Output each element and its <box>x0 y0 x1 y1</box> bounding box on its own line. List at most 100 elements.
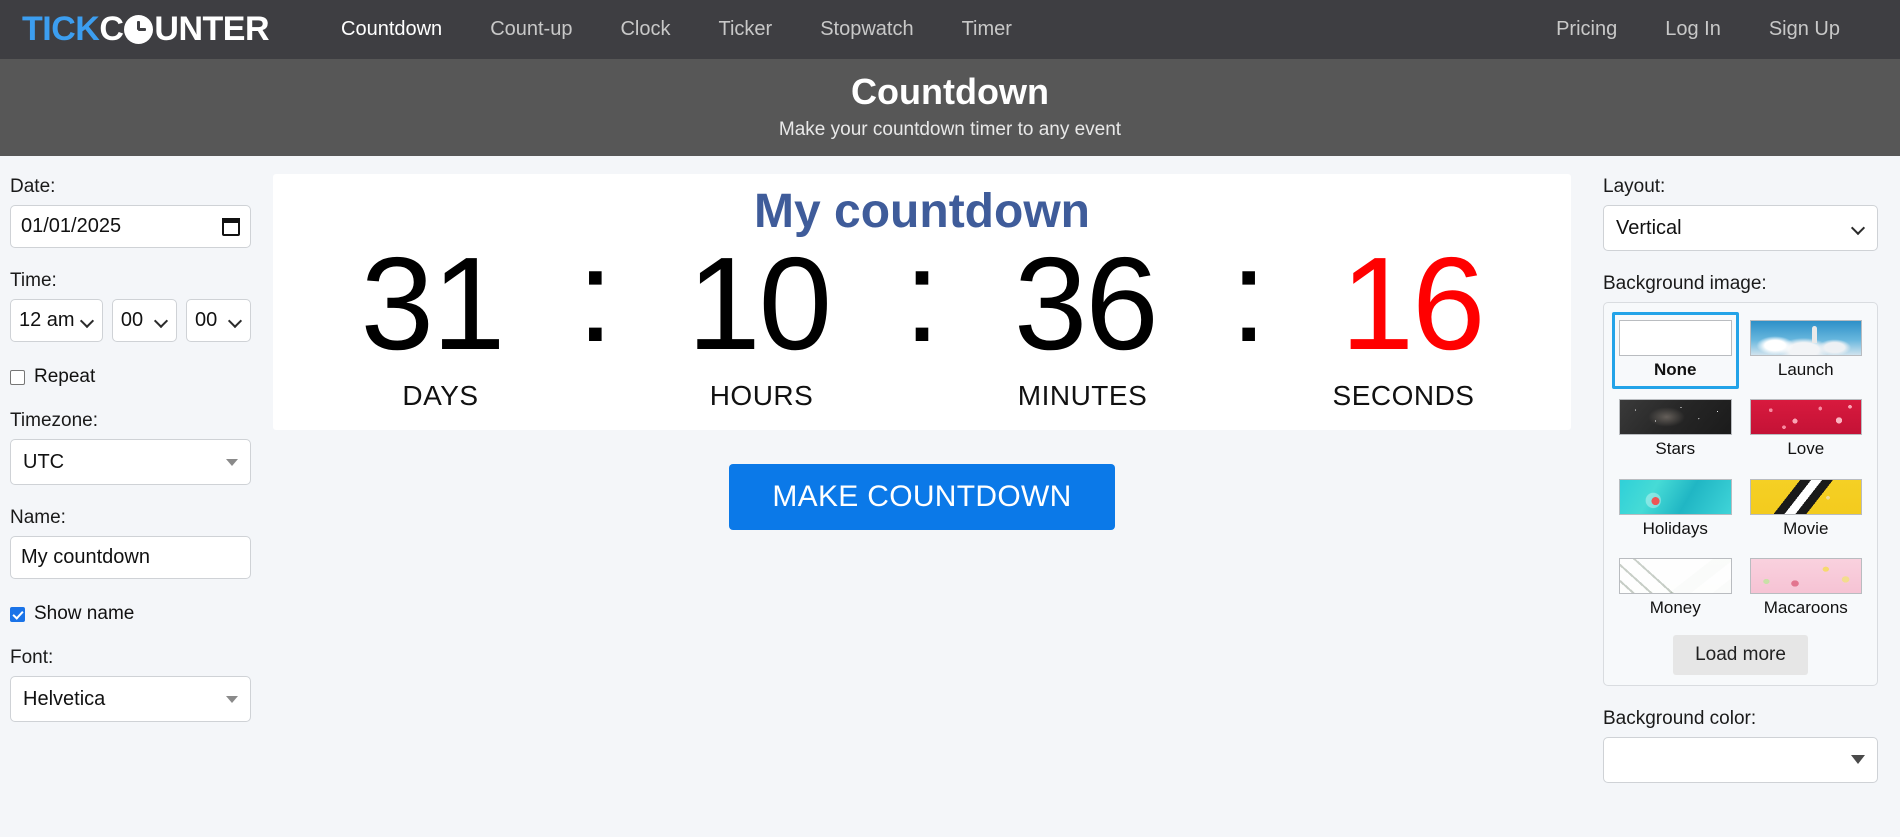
countdown-hours-value: 10 <box>687 229 832 377</box>
timezone-value: UTC <box>23 450 65 473</box>
background-thumbnail-macaroons <box>1749 558 1862 595</box>
nav-item-log-in[interactable]: Log In <box>1641 0 1745 59</box>
calendar-icon[interactable] <box>222 217 240 236</box>
background-image-grid: None Launch Stars Love Holidays Movie Mo… <box>1612 312 1869 628</box>
countdown-seconds-value: 16 <box>1340 229 1486 377</box>
make-countdown-button-wrapper: MAKE COUNTDOWN <box>273 464 1571 531</box>
nav-item-pricing[interactable]: Pricing <box>1532 0 1641 59</box>
nav-item-countdown[interactable]: Countdown <box>317 0 466 59</box>
secondary-nav: Pricing Log In Sign Up <box>1532 0 1864 59</box>
logo-text-c: C <box>99 10 124 48</box>
time-hour-value: 12 am <box>19 309 75 331</box>
background-option-launch[interactable]: Launch <box>1743 312 1870 389</box>
background-label-launch: Launch <box>1777 360 1834 379</box>
background-option-stars[interactable]: Stars <box>1612 391 1739 468</box>
countdown-separator: : <box>576 221 614 369</box>
countdown-days-value: 31 <box>360 229 506 377</box>
background-thumbnail-holidays <box>1619 478 1732 515</box>
timezone-select[interactable]: UTC <box>10 439 251 485</box>
background-option-macaroons[interactable]: Macaroons <box>1743 550 1870 627</box>
background-color-select[interactable] <box>1603 736 1878 783</box>
background-thumbnail-stars <box>1619 399 1732 436</box>
background-option-holidays[interactable]: Holidays <box>1612 471 1739 548</box>
background-label-love: Love <box>1787 439 1825 459</box>
background-option-none[interactable]: None <box>1612 312 1739 390</box>
name-input-value: My countdown <box>21 546 150 568</box>
label-spacer <box>590 380 612 412</box>
countdown-digits-row: 31 : 10 : 36 : 16 <box>291 229 1553 369</box>
chevron-down-icon <box>1853 222 1865 234</box>
name-input[interactable]: My countdown <box>10 536 251 579</box>
layout-select[interactable]: Vertical <box>1603 205 1878 251</box>
logo-text-ounter: UNTER <box>154 10 269 48</box>
background-thumbnail-none <box>1619 320 1732 356</box>
time-label: Time: <box>10 270 57 291</box>
nav-item-sign-up[interactable]: Sign Up <box>1745 0 1864 59</box>
layout-label: Layout: <box>1603 176 1666 197</box>
show-name-checkbox-row[interactable]: Show name <box>10 603 251 625</box>
time-hour-select[interactable]: 12 am <box>10 299 103 342</box>
background-color-label: Background color: <box>1603 707 1757 729</box>
background-thumbnail-movie <box>1749 478 1862 515</box>
background-label-macaroons: Macaroons <box>1763 598 1848 618</box>
time-second-select[interactable]: 00 <box>185 299 252 342</box>
nav-item-count-up[interactable]: Count-up <box>466 0 596 59</box>
make-countdown-button[interactable]: MAKE COUNTDOWN <box>729 464 1115 531</box>
chevron-down-icon <box>82 315 94 327</box>
background-option-love[interactable]: Love <box>1743 391 1870 468</box>
background-option-movie[interactable]: Movie <box>1743 471 1870 548</box>
load-more-button[interactable]: Load more <box>1673 634 1808 675</box>
load-more-wrapper: Load more <box>1612 634 1869 675</box>
chevron-down-icon <box>230 315 242 327</box>
font-label: Font: <box>10 647 54 668</box>
countdown-preview-card: My countdown 31 : 10 : 36 : 16 DAYS HOUR… <box>273 174 1571 431</box>
countdown-preview-column: My countdown 31 : 10 : 36 : 16 DAYS HOUR… <box>273 156 1593 837</box>
background-label-stars: Stars <box>1655 439 1696 459</box>
background-thumbnail-money <box>1619 558 1732 595</box>
countdown-minutes-label: MINUTES <box>1017 380 1148 412</box>
page-subtitle: Make your countdown timer to any event <box>778 119 1122 140</box>
label-spacer <box>911 380 933 412</box>
countdown-minutes-value: 36 <box>1013 229 1159 377</box>
logo-text-tick: TICK <box>22 10 100 48</box>
background-image-panel: None Launch Stars Love Holidays Movie Mo… <box>1603 302 1878 686</box>
clock-icon <box>124 15 154 44</box>
timezone-label: Timezone: <box>10 410 98 431</box>
nav-item-stopwatch[interactable]: Stopwatch <box>796 0 937 59</box>
background-thumbnail-launch <box>1749 320 1862 356</box>
font-value: Helvetica <box>23 687 106 710</box>
nav-item-clock[interactable]: Clock <box>596 0 694 59</box>
nav-item-ticker[interactable]: Ticker <box>694 0 796 59</box>
date-input[interactable]: 01/01/2025 <box>10 205 251 248</box>
countdown-separator: : <box>903 221 941 369</box>
repeat-checkbox[interactable] <box>10 369 25 385</box>
background-label-movie: Movie <box>1783 518 1829 538</box>
repeat-checkbox-row[interactable]: Repeat <box>10 366 251 388</box>
background-label-holidays: Holidays <box>1642 518 1708 538</box>
name-label: Name: <box>10 507 66 528</box>
background-thumbnail-love <box>1749 399 1862 436</box>
site-logo[interactable]: TICK C UNTER <box>22 10 269 49</box>
top-navigation-bar: TICK C UNTER Countdown Count-up Clock Tick… <box>0 0 1900 59</box>
time-minute-select[interactable]: 00 <box>111 299 177 342</box>
chevron-down-icon <box>226 695 238 703</box>
label-spacer <box>1232 380 1254 412</box>
countdown-labels-row: DAYS HOURS MINUTES SECONDS <box>291 380 1553 412</box>
repeat-label: Repeat <box>34 366 96 387</box>
show-name-label: Show name <box>34 603 135 624</box>
font-select[interactable]: Helvetica <box>10 676 251 722</box>
time-minute-value: 00 <box>120 309 144 331</box>
background-option-money[interactable]: Money <box>1612 550 1739 627</box>
nav-item-timer[interactable]: Timer <box>938 0 1036 59</box>
date-label: Date: <box>10 176 56 197</box>
show-name-checkbox[interactable] <box>10 606 25 622</box>
layout-value: Vertical <box>1616 216 1682 239</box>
countdown-seconds-label: SECONDS <box>1332 380 1475 412</box>
settings-sidebar-right: Layout: Vertical Background image: None … <box>1593 156 1900 837</box>
countdown-days-label: DAYS <box>402 380 479 412</box>
page-header-banner: Countdown Make your countdown timer to a… <box>0 59 1900 156</box>
countdown-hours-label: HOURS <box>709 380 814 412</box>
settings-sidebar-left: Date: 01/01/2025 Time: 12 am 00 00 Repea… <box>0 156 273 837</box>
background-label-money: Money <box>1649 598 1701 618</box>
background-image-label: Background image: <box>1603 273 1767 294</box>
